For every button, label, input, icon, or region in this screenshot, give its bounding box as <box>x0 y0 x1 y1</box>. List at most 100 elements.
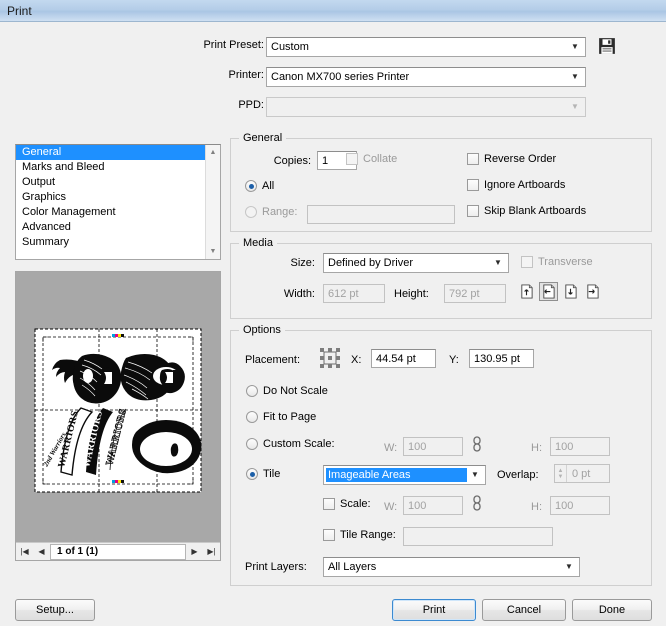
done-button-label: Done <box>598 604 626 616</box>
tile-width-input: 100 <box>403 496 463 515</box>
page-indicator[interactable]: 1 of 1 (1) <box>50 543 186 560</box>
media-width-input: 612 pt <box>323 284 385 303</box>
print-sections-list[interactable]: General Marks and Bleed Output Graphics … <box>15 144 221 260</box>
preview-canvas[interactable]: WARRIORS WARRIORS WARRIORS 2nd Warriors <box>16 272 220 542</box>
media-size-dropdown[interactable]: Defined by Driver ▼ <box>323 253 509 273</box>
tile-range-checkbox[interactable] <box>323 529 335 541</box>
all-pages-option[interactable]: All <box>245 180 274 192</box>
reverse-order-checkbox[interactable] <box>467 153 479 165</box>
ignore-artboards-checkbox[interactable] <box>467 179 479 191</box>
sidebar-item-color-management[interactable]: Color Management <box>16 205 205 220</box>
orientation-portrait-down-button[interactable] <box>561 282 580 301</box>
skip-blank-artboards-option[interactable]: Skip Blank Artboards <box>467 205 586 217</box>
chevron-down-icon: ▼ <box>471 470 479 479</box>
print-layers-dropdown[interactable]: All Layers ▼ <box>323 557 580 577</box>
skip-blank-artboards-checkbox[interactable] <box>467 205 479 217</box>
previous-page-icon[interactable]: ◀ <box>33 544 50 560</box>
tile-range-option[interactable]: Tile Range: <box>323 529 396 541</box>
custom-scale-option[interactable]: Custom Scale: <box>246 438 335 450</box>
do-not-scale-label: Do Not Scale <box>263 385 328 397</box>
sidebar-item-advanced[interactable]: Advanced <box>16 220 205 235</box>
tile-height-value: 100 <box>555 499 574 512</box>
next-page-icon[interactable]: ▶ <box>186 544 203 560</box>
setup-button[interactable]: Setup... <box>15 599 95 621</box>
general-group: General Copies: 1 Collate All Range: Rev… <box>230 132 652 232</box>
save-preset-button[interactable] <box>598 37 618 57</box>
tile-label: Tile <box>263 468 281 480</box>
overlap-stepper: ▲ ▼ <box>555 465 567 482</box>
placement-anchor-control[interactable] <box>319 347 341 369</box>
options-group-legend: Options <box>239 324 285 336</box>
ignore-artboards-label: Ignore Artboards <box>484 179 566 191</box>
tile-scale-checkbox[interactable] <box>323 498 335 510</box>
print-preset-dropdown[interactable]: Custom ▼ <box>266 37 586 57</box>
floppy-disk-icon <box>599 38 615 54</box>
sidebar-item-marks-and-bleed[interactable]: Marks and Bleed <box>16 160 205 175</box>
tile-option[interactable]: Tile <box>246 468 280 480</box>
collate-option: Collate <box>346 153 397 165</box>
range-radio <box>245 206 257 218</box>
tile-mode-dropdown[interactable]: Imageable Areas ▼ <box>323 465 486 485</box>
cancel-button-label: Cancel <box>506 604 542 616</box>
first-page-icon[interactable]: |◀ <box>16 544 33 560</box>
placement-label: Placement: <box>245 354 301 366</box>
print-preview-panel: WARRIORS WARRIORS WARRIORS 2nd Warriors <box>15 271 221 561</box>
fit-to-page-radio[interactable] <box>246 411 258 423</box>
chevron-down-icon: ▼ <box>494 258 502 267</box>
collate-label: Collate <box>363 153 398 165</box>
placement-y-input[interactable]: 130.95 pt <box>469 349 534 368</box>
tile-radio[interactable] <box>246 468 258 480</box>
fit-to-page-option[interactable]: Fit to Page <box>246 411 316 423</box>
custom-scale-height-value: 100 <box>555 440 574 453</box>
sidebar-item-general[interactable]: General <box>16 145 205 160</box>
do-not-scale-option[interactable]: Do Not Scale <box>246 385 328 397</box>
scroll-down-icon[interactable]: ▼ <box>206 244 221 259</box>
printer-dropdown[interactable]: Canon MX700 series Printer ▼ <box>266 67 586 87</box>
portrait-down-icon <box>565 284 577 299</box>
orientation-portrait-up-button[interactable] <box>517 282 536 301</box>
reverse-order-option[interactable]: Reverse Order <box>467 153 556 165</box>
last-page-icon[interactable]: ▶| <box>203 544 220 560</box>
cancel-button[interactable]: Cancel <box>482 599 566 621</box>
sidebar-item-summary[interactable]: Summary <box>16 235 205 250</box>
media-width-label: Width: <box>283 288 315 300</box>
printer-label: Printer: <box>228 69 264 81</box>
media-height-value: 792 pt <box>449 287 480 300</box>
tile-scale-option[interactable]: Scale: <box>323 498 371 510</box>
sections-scrollbar[interactable]: ▲ ▼ <box>205 145 220 259</box>
range-label: Range: <box>262 206 298 218</box>
custom-scale-width-value: 100 <box>408 440 427 453</box>
print-button[interactable]: Print <box>392 599 476 621</box>
print-preset-value: Custom <box>271 41 309 53</box>
anchor-grid-icon <box>320 348 340 368</box>
preview-page-navigation: |◀ ◀ 1 of 1 (1) ▶ ▶| <box>16 542 220 560</box>
all-pages-radio[interactable] <box>245 180 257 192</box>
orientation-landscape-right-button[interactable] <box>583 282 602 301</box>
sidebar-item-output[interactable]: Output <box>16 175 205 190</box>
chevron-down-icon: ▼ <box>565 562 573 571</box>
do-not-scale-radio[interactable] <box>246 385 258 397</box>
skip-blank-artboards-label: Skip Blank Artboards <box>484 205 587 217</box>
custom-scale-label: Custom Scale: <box>263 438 335 450</box>
media-size-label: Size: <box>290 257 315 269</box>
custom-scale-radio[interactable] <box>246 438 258 450</box>
ignore-artboards-option[interactable]: Ignore Artboards <box>467 179 565 191</box>
tile-link-button[interactable] <box>471 495 485 513</box>
reverse-order-label: Reverse Order <box>484 153 557 165</box>
orientation-landscape-left-button[interactable] <box>539 282 558 301</box>
scroll-up-icon[interactable]: ▲ <box>206 145 221 160</box>
done-button[interactable]: Done <box>572 599 652 621</box>
options-group: Options Placement: X: 44.54 pt Y: 130.95… <box>230 324 652 586</box>
tile-width-label: W: <box>384 501 398 513</box>
media-group: Media Size: Defined by Driver ▼ Transver… <box>230 237 652 319</box>
sidebar-item-graphics[interactable]: Graphics <box>16 190 205 205</box>
placement-x-input[interactable]: 44.54 pt <box>371 349 436 368</box>
media-height-label: Height: <box>394 288 429 300</box>
media-height-input: 792 pt <box>444 284 506 303</box>
overlap-label: Overlap: <box>497 469 539 481</box>
landscape-left-icon <box>543 284 555 299</box>
tile-scale-label: Scale: <box>340 498 371 510</box>
transverse-label: Transverse <box>538 256 593 268</box>
custom-scale-link-button[interactable] <box>471 436 485 454</box>
ppd-label: PPD: <box>238 99 264 111</box>
